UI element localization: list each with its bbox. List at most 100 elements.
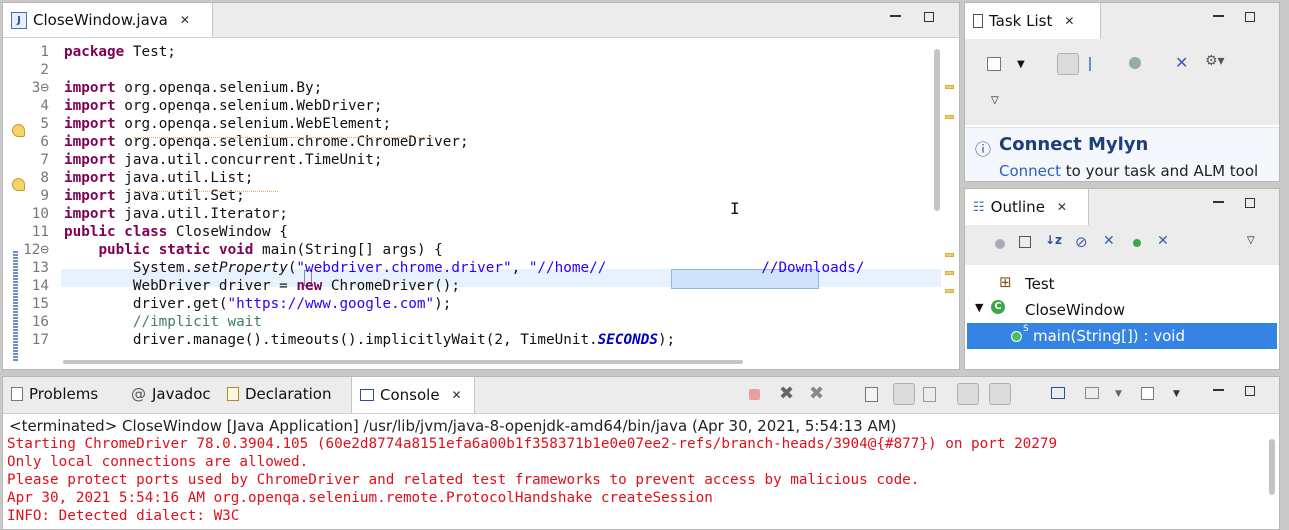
code-line[interactable]: 5 import org.openqa.selenium.WebElement; (3, 115, 943, 133)
tab-console[interactable]: Console ✕ (351, 377, 475, 413)
code-line[interactable]: 1 package Test; (3, 43, 943, 61)
tree-item-method-selected[interactable]: S main(String[]) : void (967, 323, 1277, 349)
categorized-icon[interactable] (1057, 53, 1079, 75)
filter-icon[interactable]: ⚙▾ (1205, 53, 1225, 69)
code-line[interactable]: 15 driver.get("https://www.google.com"); (3, 295, 943, 313)
scheduled-icon[interactable] (1089, 57, 1103, 71)
remove-all-icon[interactable]: ✖ (809, 383, 824, 404)
tab-task-list[interactable]: Task List ✕ (965, 3, 1101, 39)
tab-javadoc[interactable]: @ Javadoc (131, 385, 211, 403)
warning-icon[interactable] (12, 124, 25, 137)
line-number: 14 (31, 278, 49, 294)
collapse-all-icon[interactable]: ✕ (1175, 53, 1188, 72)
code-token: ); (657, 332, 676, 348)
overview-marker[interactable] (945, 253, 954, 257)
line-number: 15 (31, 296, 49, 312)
horizontal-scrollbar[interactable] (63, 360, 743, 364)
word-wrap-icon[interactable] (923, 387, 936, 402)
focus-icon[interactable] (1129, 57, 1141, 69)
warning-icon[interactable] (12, 178, 25, 191)
tab-closewindow-java[interactable]: J CloseWindow.java ✕ (3, 3, 213, 37)
outline-icon: ☷ (973, 199, 985, 215)
code-area[interactable]: 1 package Test; 2 3⊖ import org.openqa.selen… (3, 43, 943, 367)
console-scrollbar[interactable] (1269, 439, 1275, 495)
minimize-icon[interactable] (1213, 201, 1224, 203)
code-line[interactable]: 2 (3, 61, 943, 79)
dropdown-arrow-icon[interactable]: ▼ (1115, 389, 1122, 399)
hide-fields-icon[interactable]: ⊘ (1075, 233, 1088, 251)
code-line[interactable]: 17 driver.manage().timeouts().implicitly… (3, 331, 943, 349)
declaration-icon (227, 387, 239, 401)
line-number: 2 (40, 62, 49, 78)
tree-item-package[interactable]: ⊞ Test (965, 273, 1279, 295)
tab-label: Javadoc (152, 385, 211, 403)
maximize-icon[interactable] (1245, 198, 1255, 208)
new-task-icon[interactable] (987, 57, 1001, 71)
minimize-icon[interactable] (890, 15, 901, 17)
code-line[interactable]: 11 public class CloseWindow { (3, 223, 943, 241)
clear-console-icon[interactable] (865, 387, 878, 402)
show-on-stdout-icon[interactable] (957, 383, 979, 405)
dropdown-arrow-icon[interactable]: ▼ (1017, 59, 1025, 70)
expand-arrow-icon[interactable]: ▼ (975, 301, 983, 314)
maximize-icon[interactable] (1245, 386, 1255, 396)
pin-console-icon[interactable] (1051, 387, 1065, 399)
hide-local-types-icon[interactable]: ✕ (1157, 233, 1169, 249)
tab-declaration[interactable]: Declaration (227, 385, 331, 403)
close-icon[interactable]: ✕ (452, 388, 462, 402)
code-line[interactable]: 8 import java.util.List; (3, 169, 943, 187)
editor-scrollbar[interactable] (934, 49, 940, 211)
open-console-icon[interactable] (1141, 387, 1154, 400)
terminate-icon[interactable] (749, 389, 760, 400)
tree-item-class[interactable]: ▼ C CloseWindow (965, 299, 1279, 321)
dropdown-arrow-icon[interactable]: ▼ (1173, 389, 1180, 399)
sort-icon[interactable]: ↓z (1045, 233, 1062, 247)
hide-nonpublic-icon[interactable] (1133, 239, 1141, 247)
code-token: import (64, 170, 116, 186)
outline-panel: ☷ Outline ✕ ↓z ⊘ ✕ ✕ ▽ ⊞ Test ▼ C CloseW… (964, 188, 1280, 370)
minimize-icon[interactable] (1213, 15, 1224, 17)
code-line[interactable]: 13 System.setProperty("webdriver.chrome.… (3, 259, 943, 277)
remove-launch-icon[interactable]: ✖ (779, 383, 794, 404)
java-file-icon: J (11, 11, 27, 29)
maximize-icon[interactable] (1245, 12, 1255, 22)
line-number: 10 (31, 206, 49, 222)
close-icon[interactable]: ✕ (180, 13, 190, 27)
tab-outline[interactable]: ☷ Outline ✕ (965, 189, 1089, 225)
hide-static-icon[interactable]: ✕ (1103, 233, 1115, 249)
code-token: //Downloads/ (761, 260, 865, 276)
display-console-icon[interactable] (1085, 387, 1099, 399)
maximize-icon[interactable] (924, 12, 934, 22)
view-menu-icon[interactable]: ▽ (991, 95, 999, 106)
connect-mylyn-section: ⓘ Connect Mylyn Connect to your task and… (965, 127, 1279, 181)
tab-problems[interactable]: Problems (11, 385, 98, 403)
bottom-tabbar: Problems @ Javadoc Declaration Console ✕… (3, 377, 1279, 414)
overview-marker[interactable] (945, 289, 954, 293)
code-line[interactable]: 7 import java.util.concurrent.TimeUnit; (3, 151, 943, 169)
connect-link[interactable]: Connect (999, 162, 1061, 180)
close-icon[interactable]: ✕ (1057, 200, 1067, 214)
close-icon[interactable]: ✕ (1064, 14, 1074, 28)
code-text: import org.openqa.selenium.WebElement; (64, 115, 391, 133)
overview-marker[interactable] (945, 115, 954, 119)
code-line[interactable]: 14 WebDriver driver = new ChromeDriver()… (3, 277, 943, 295)
code-token: "https://www.google.com" (227, 296, 435, 312)
show-on-stderr-icon[interactable] (989, 383, 1011, 405)
code-line[interactable]: 16 //implicit wait (3, 313, 943, 331)
console-output[interactable]: Starting ChromeDriver 78.0.3904.105 (60e… (3, 435, 1265, 529)
minimize-icon[interactable] (1213, 389, 1224, 391)
code-text: package Test; (64, 43, 176, 61)
focus-icon[interactable] (995, 239, 1005, 249)
collapse-icon[interactable] (1019, 236, 1031, 248)
code-token: import (64, 98, 116, 114)
code-line[interactable]: 4 import org.openqa.selenium.WebDriver; (3, 97, 943, 115)
scroll-lock-icon[interactable] (893, 383, 915, 405)
overview-marker[interactable] (945, 85, 954, 89)
overview-marker[interactable] (945, 271, 954, 275)
code-line[interactable]: 10 import java.util.Iterator; (3, 205, 943, 223)
code-line[interactable]: 12⊖ public static void main(String[] arg… (3, 241, 943, 259)
line-number: 3⊖ (31, 80, 49, 96)
code-line[interactable]: 3⊖ import org.openqa.selenium.By; (3, 79, 943, 97)
view-menu-icon[interactable]: ▽ (1247, 235, 1255, 246)
